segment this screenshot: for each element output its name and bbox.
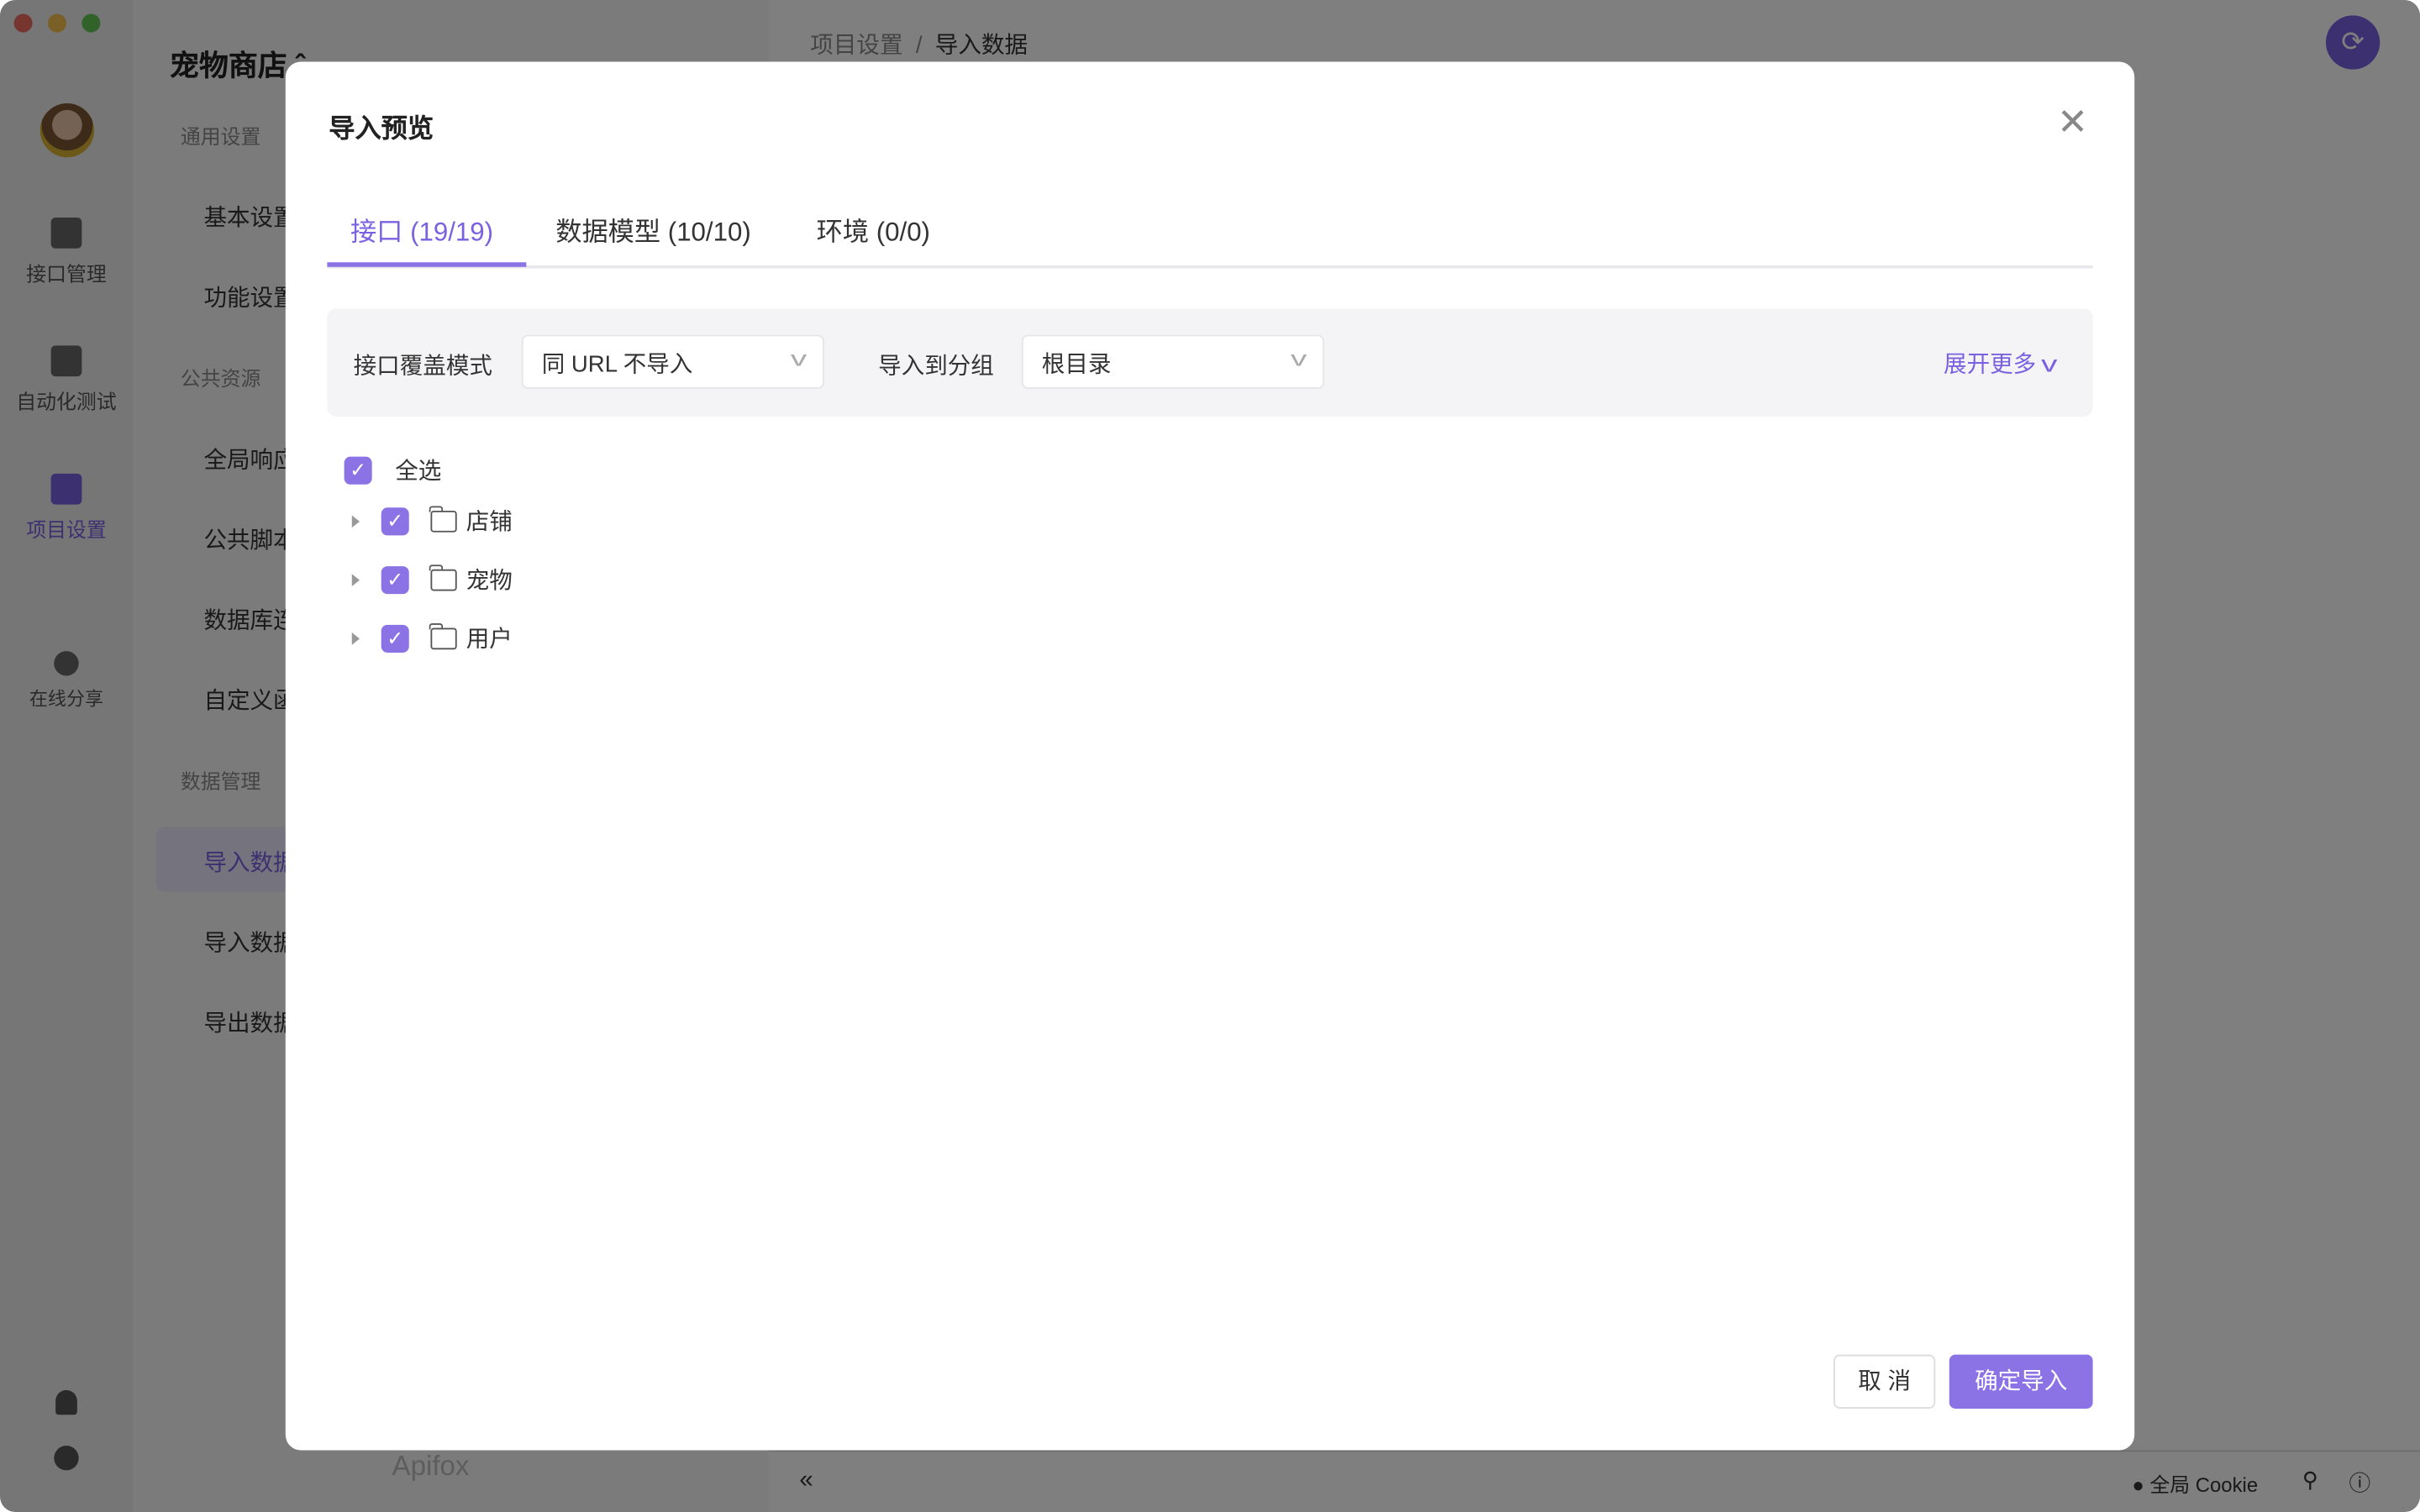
folder-checkbox[interactable]: ✓ bbox=[381, 507, 409, 535]
folder-icon bbox=[429, 622, 457, 649]
expand-more-label: 展开更多 bbox=[1944, 351, 2037, 379]
filter-bar: 接口覆盖模式 同 URL 不导入 v 导入到分组 根目录 v 展开更多 v bbox=[327, 308, 2093, 417]
caret-right-icon[interactable] bbox=[351, 573, 360, 586]
target-group-select[interactable]: 根目录 v bbox=[1021, 334, 1324, 389]
tree-item[interactable]: ✓ 用户 bbox=[351, 622, 513, 654]
chevron-down-icon: v bbox=[790, 345, 808, 370]
folder-checkbox[interactable]: ✓ bbox=[381, 565, 409, 594]
target-group-value: 根目录 bbox=[1041, 351, 1112, 379]
folder-name: 用户 bbox=[466, 626, 513, 653]
folder-icon bbox=[429, 505, 457, 532]
tab-data-models[interactable]: 数据模型 (10/10) bbox=[555, 210, 751, 249]
folder-name: 宠物 bbox=[466, 567, 513, 595]
select-all-label: 全选 bbox=[395, 458, 442, 485]
caret-right-icon[interactable] bbox=[351, 514, 360, 528]
override-mode-label: 接口覆盖模式 bbox=[353, 353, 492, 380]
app-window: 接口管理 自动化测试 项目设置 在线分享 宠物商店 ˆ 通用设置 基本设置 功能… bbox=[0, 0, 2420, 1512]
override-mode-select[interactable]: 同 URL 不导入 v bbox=[521, 334, 824, 389]
select-all-checkbox[interactable]: ✓ bbox=[344, 455, 372, 484]
tree-item[interactable]: ✓ 店铺 bbox=[351, 505, 513, 538]
override-mode-value: 同 URL 不导入 bbox=[541, 351, 693, 379]
target-group-label: 导入到分组 bbox=[878, 353, 994, 380]
select-all-row[interactable]: ✓ 全选 bbox=[344, 454, 442, 486]
tab-environments[interactable]: 环境 (0/0) bbox=[817, 210, 930, 249]
close-icon[interactable]: ✕ bbox=[2057, 104, 2088, 142]
expand-more-button[interactable]: 展开更多 v bbox=[1944, 347, 2057, 380]
cancel-button[interactable]: 取 消 bbox=[1833, 1354, 1936, 1409]
folder-name: 店铺 bbox=[466, 509, 513, 536]
active-tab-indicator bbox=[327, 262, 527, 267]
tree-item[interactable]: ✓ 宠物 bbox=[351, 563, 513, 596]
folder-checkbox[interactable]: ✓ bbox=[381, 623, 409, 653]
chevron-down-icon: v bbox=[2040, 351, 2057, 379]
dialog-title: 导入预览 bbox=[329, 113, 434, 144]
import-preview-dialog: 导入预览 ✕ 接口 (19/19) 数据模型 (10/10) 环境 (0/0) … bbox=[285, 61, 2135, 1451]
folder-icon bbox=[429, 564, 457, 591]
chevron-down-icon: v bbox=[1290, 345, 1307, 370]
confirm-import-button[interactable]: 确定导入 bbox=[1949, 1354, 2093, 1409]
tab-apis[interactable]: 接口 (19/19) bbox=[350, 210, 493, 249]
tab-bar: 接口 (19/19) 数据模型 (10/10) 环境 (0/0) bbox=[327, 203, 2093, 269]
caret-right-icon[interactable] bbox=[351, 632, 360, 644]
